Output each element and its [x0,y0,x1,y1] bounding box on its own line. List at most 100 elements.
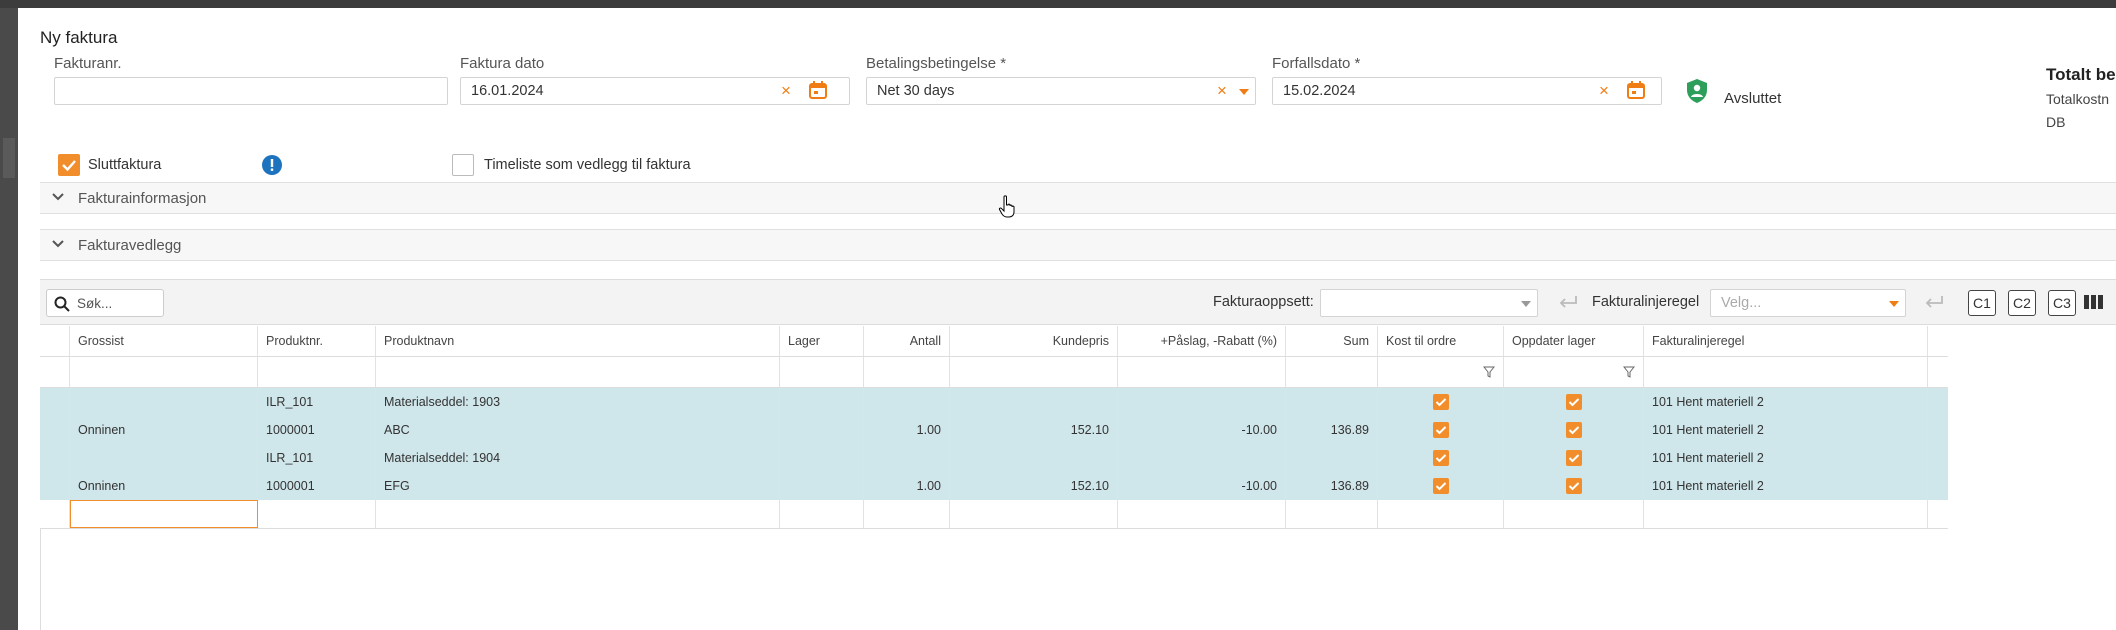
col-header-kost[interactable]: Kost til ordre [1378,326,1504,356]
active-cell-grossist[interactable] [70,500,258,528]
cell-kost[interactable] [1378,444,1504,472]
cell-oppdater[interactable] [1504,472,1644,500]
line-rule-select[interactable]: Velg... [1710,289,1906,317]
cell-sum[interactable]: 136.89 [1286,472,1378,500]
filter-cell[interactable] [1644,357,1928,387]
cell-regel[interactable]: 101 Hent materiell 2 [1644,416,1928,444]
filter-cell[interactable] [1286,357,1378,387]
apply-arrow-icon[interactable] [1558,295,1578,309]
cell-lager[interactable] [780,416,864,444]
col-header-regel[interactable]: Fakturalinjeregel [1644,326,1928,356]
timesheet-checkbox[interactable] [452,154,474,176]
filter-cell[interactable] [1118,357,1286,387]
filter-cell[interactable] [258,357,376,387]
search-input[interactable]: Søk... [46,289,164,317]
filter-cell[interactable] [376,357,780,387]
col-header-paslag[interactable]: +Påslag, -Rabatt (%) [1118,326,1286,356]
chevron-down-icon[interactable] [1889,301,1899,307]
c1-button[interactable]: C1 [1968,290,1996,316]
invoice-date-input[interactable]: 16.01.2024 × [460,77,850,105]
row-selector[interactable] [40,444,70,472]
table-row[interactable]: Onninen 1000001 ABC 1.00 152.10 -10.00 1… [40,416,1948,445]
kost-checkbox[interactable] [1432,478,1449,494]
col-header-oppdater[interactable]: Oppdater lager [1504,326,1644,356]
col-header-lager[interactable]: Lager [780,326,864,356]
cell-regel[interactable]: 101 Hent materiell 2 [1644,472,1928,500]
cell-grossist[interactable]: Onninen [70,472,258,500]
cell-kundepris[interactable] [950,444,1118,472]
cell-paslag[interactable] [1118,500,1286,528]
filter-cell[interactable] [950,357,1118,387]
cell-oppdater[interactable] [1504,500,1644,528]
cell-produktnr[interactable]: ILR_101 [258,388,376,416]
cell-paslag[interactable]: -10.00 [1118,416,1286,444]
table-row[interactable]: ILR_101 Materialseddel: 1904 101 Hent ma… [40,444,1948,473]
oppdater-checkbox[interactable] [1565,478,1582,494]
cell-sum[interactable] [1286,388,1378,416]
table-row[interactable]: ILR_101 Materialseddel: 1903 101 Hent ma… [40,388,1948,417]
cell-kundepris[interactable]: 152.10 [950,416,1118,444]
filter-cell[interactable] [70,357,258,387]
filter-cell[interactable] [1378,357,1504,387]
c3-button[interactable]: C3 [2048,290,2076,316]
filter-cell[interactable] [780,357,864,387]
chevron-down-icon[interactable] [1521,301,1531,307]
row-selector[interactable] [40,416,70,444]
row-selector[interactable] [40,472,70,500]
cell-sum[interactable] [1286,444,1378,472]
apply-arrow-icon[interactable] [1924,295,1944,309]
cell-paslag[interactable]: -10.00 [1118,472,1286,500]
cell-lager[interactable] [780,388,864,416]
clear-icon[interactable]: × [1217,81,1227,101]
table-row[interactable]: Onninen 1000001 EFG 1.00 152.10 -10.00 1… [40,472,1948,501]
cell-produktnr[interactable]: ILR_101 [258,444,376,472]
filter-icon[interactable] [1623,366,1635,378]
cell-kundepris[interactable] [950,500,1118,528]
col-header-grossist[interactable]: Grossist [70,326,258,356]
cell-oppdater[interactable] [1504,444,1644,472]
cell-kost[interactable] [1378,416,1504,444]
cell-produktnavn[interactable] [376,500,780,528]
cell-sum[interactable] [1286,500,1378,528]
due-date-input[interactable]: 15.02.2024 × [1272,77,1662,105]
cell-sum[interactable]: 136.89 [1286,416,1378,444]
cell-lager[interactable] [780,472,864,500]
oppdater-checkbox[interactable] [1565,394,1582,410]
new-row[interactable] [40,500,1948,529]
cell-grossist[interactable]: Onninen [70,416,258,444]
cell-regel[interactable]: 101 Hent materiell 2 [1644,444,1928,472]
filter-cell[interactable] [864,357,950,387]
cell-regel[interactable]: 101 Hent materiell 2 [1644,388,1928,416]
chevron-down-icon[interactable] [1239,89,1249,95]
cell-oppdater[interactable] [1504,416,1644,444]
kost-checkbox[interactable] [1432,422,1449,438]
cell-kost[interactable] [1378,500,1504,528]
info-icon[interactable] [262,155,282,175]
cell-produktnavn[interactable]: Materialseddel: 1903 [376,388,780,416]
calendar-icon[interactable] [809,81,827,99]
filter-cell[interactable] [1504,357,1644,387]
col-header-produktnr[interactable]: Produktnr. [258,326,376,356]
final-invoice-checkbox[interactable] [58,154,80,176]
cell-kost[interactable] [1378,388,1504,416]
cell-lager[interactable] [780,444,864,472]
row-selector[interactable] [40,500,70,528]
cell-produktnr[interactable]: 1000001 [258,416,376,444]
filter-icon[interactable] [1483,366,1495,378]
cell-produktnr[interactable]: 1000001 [258,472,376,500]
payment-terms-select[interactable]: Net 30 days × [866,77,1256,105]
section-fakturavedlegg[interactable]: Fakturavedlegg [40,229,2116,261]
cell-oppdater[interactable] [1504,388,1644,416]
cell-produktnavn[interactable]: EFG [376,472,780,500]
calendar-icon[interactable] [1627,81,1645,99]
cell-antall[interactable]: 1.00 [864,472,950,500]
cell-antall[interactable] [864,388,950,416]
columns-icon[interactable] [2084,295,2104,309]
cell-paslag[interactable] [1118,444,1286,472]
side-handle[interactable] [3,138,15,178]
row-selector[interactable] [40,388,70,416]
col-header-sum[interactable]: Sum [1286,326,1378,356]
cell-antall[interactable] [864,444,950,472]
col-header-antall[interactable]: Antall [864,326,950,356]
cell-paslag[interactable] [1118,388,1286,416]
